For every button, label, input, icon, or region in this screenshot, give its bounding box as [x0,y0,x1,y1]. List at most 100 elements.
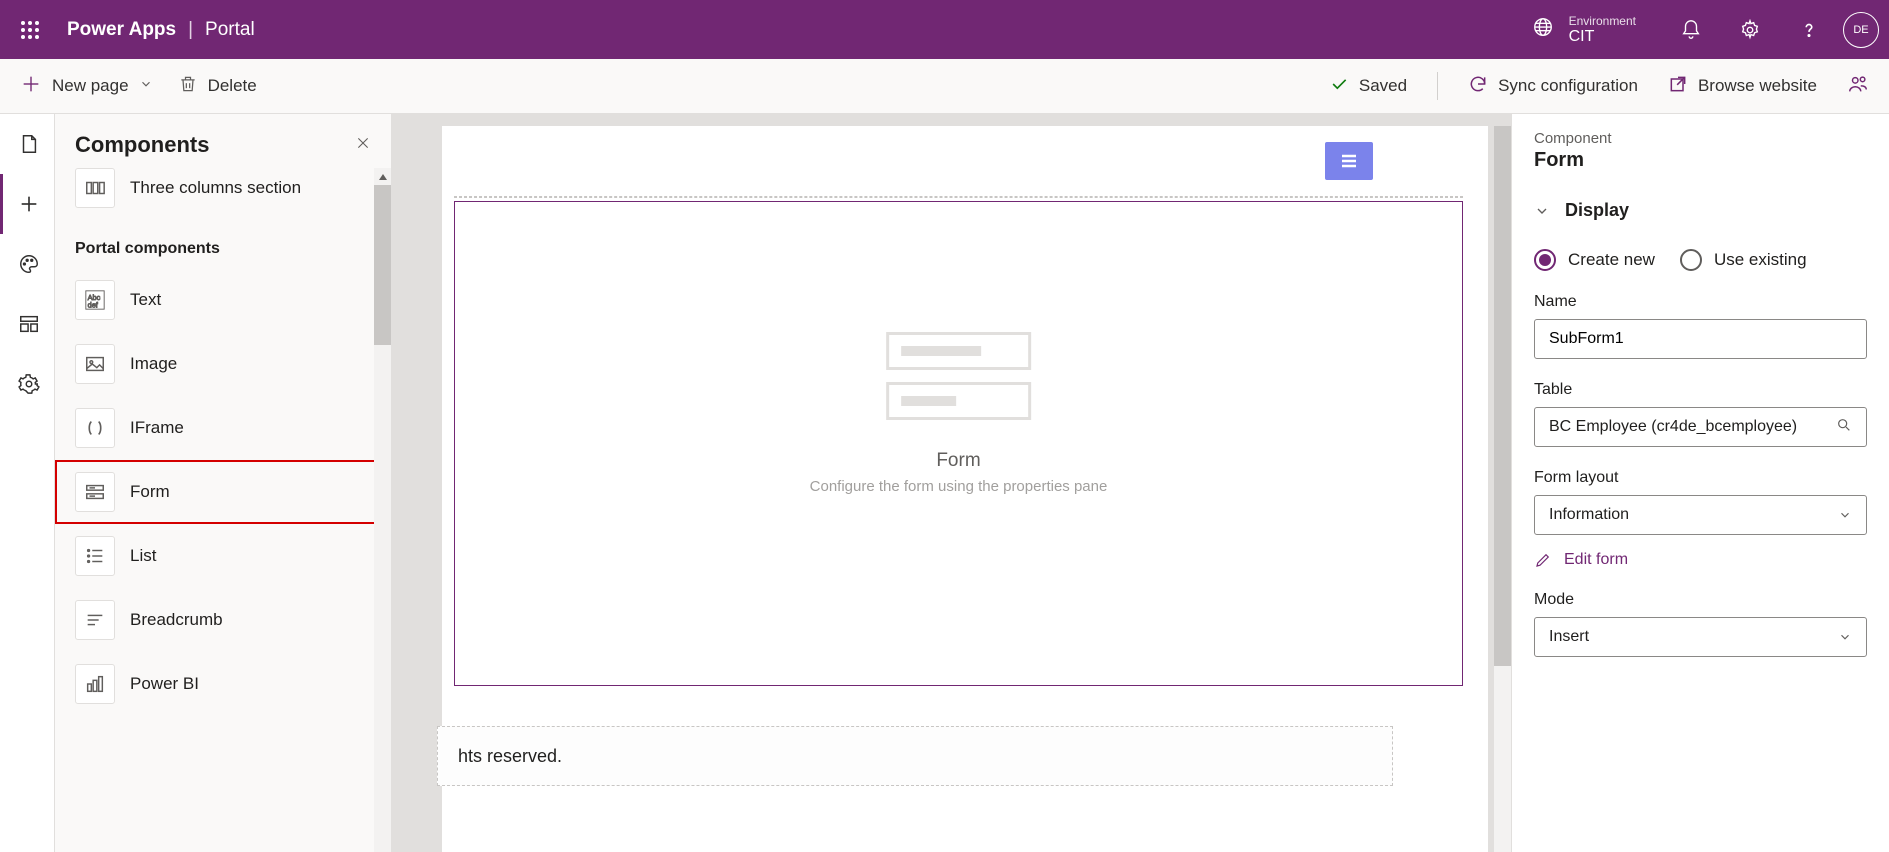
component-three-columns[interactable]: Three columns section [55,168,391,220]
component-label: Power BI [130,674,199,694]
close-icon [355,135,371,151]
radio-create-new[interactable]: Create new [1534,249,1655,271]
text-icon: Abcdef [75,280,115,320]
mode-dropdown[interactable]: Insert [1534,617,1867,657]
rail-settings[interactable] [0,354,55,414]
name-input[interactable] [1534,319,1867,359]
canvas-form-component[interactable]: Form Configure the form using the proper… [454,201,1463,686]
components-panel: Components Three columns section Portal … [55,114,392,852]
delete-button[interactable]: Delete [178,74,257,99]
template-icon [18,313,40,335]
delete-label: Delete [208,76,257,96]
app-launcher-button[interactable] [0,0,59,59]
canvas-section-divider [454,196,1463,198]
component-label: Breadcrumb [130,610,223,630]
palette-icon [18,253,40,275]
bell-icon [1680,19,1702,41]
component-type-title: Form [1534,149,1867,172]
scrollbar-thumb[interactable] [374,185,391,345]
save-status-label: Saved [1359,76,1407,96]
canvas-page: Form Configure the form using the proper… [442,126,1488,852]
scrollbar-thumb[interactable] [1494,126,1511,666]
canvas-scrollbar[interactable] [1494,126,1511,852]
form-icon [75,472,115,512]
environment-label: Environment [1569,14,1636,28]
panel-scrollbar[interactable] [374,168,391,852]
sync-config-button[interactable]: Sync configuration [1468,74,1638,99]
external-link-icon [1668,74,1688,99]
mode-value: Insert [1549,628,1589,646]
component-list[interactable]: List [55,524,391,588]
scroll-up-arrow-icon [374,168,391,185]
environment-picker[interactable]: Environment CIT [1507,0,1661,59]
page-icon [18,133,40,155]
component-image[interactable]: Image [55,332,391,396]
check-icon [1329,74,1349,99]
help-icon [1798,19,1820,41]
three-columns-icon [75,168,115,208]
form-placeholder-row [886,382,1031,420]
component-label: List [130,546,156,566]
share-button[interactable] [1847,73,1869,100]
close-panel-button[interactable] [355,135,371,156]
mobile-nav-toggle[interactable] [1325,142,1373,180]
component-text[interactable]: Abcdef Text [55,268,391,332]
table-lookup[interactable]: BC Employee (cr4de_bcemployee) [1534,407,1867,447]
component-label: Component [1534,130,1867,147]
component-label: Form [130,482,170,502]
component-powerbi[interactable]: Power BI [55,652,391,716]
form-placeholder-row [886,332,1031,370]
main-area: Components Three columns section Portal … [0,114,1889,852]
display-section-toggle[interactable]: Display [1534,200,1867,221]
component-iframe[interactable]: IFrame [55,396,391,460]
powerbi-icon [75,664,115,704]
new-page-button[interactable]: New page [20,73,153,100]
edit-form-link[interactable]: Edit form [1534,551,1867,569]
component-label: Three columns section [130,178,301,198]
name-field-label: Name [1534,293,1867,311]
environment-name: CIT [1569,28,1636,46]
settings-button[interactable] [1720,0,1779,59]
rail-themes[interactable] [0,234,55,294]
rail-templates[interactable] [0,294,55,354]
table-field-label: Table [1534,381,1867,399]
sync-icon [1468,74,1488,99]
properties-pane: Component Form Display Create new Use ex… [1511,114,1889,852]
rail-components[interactable] [0,174,55,234]
plus-icon [20,73,42,100]
name-input-text[interactable] [1549,330,1852,348]
radio-use-existing[interactable]: Use existing [1680,249,1807,271]
pencil-icon [1534,551,1552,569]
layout-field-label: Form layout [1534,469,1867,487]
iframe-icon [75,408,115,448]
browse-label: Browse website [1698,76,1817,96]
rail-pages[interactable] [0,114,55,174]
radio-indicator [1680,249,1702,271]
design-canvas: Form Configure the form using the proper… [392,114,1511,852]
list-icon [75,536,115,576]
radio-label: Create new [1568,250,1655,270]
form-source-radio-group: Create new Use existing [1534,249,1867,271]
component-label: IFrame [130,418,184,438]
help-button[interactable] [1779,0,1838,59]
component-group-title: Portal components [55,220,391,268]
component-form[interactable]: Form [55,460,391,524]
user-avatar[interactable]: DE [1843,12,1879,48]
component-breadcrumb[interactable]: Breadcrumb [55,588,391,652]
notifications-button[interactable] [1661,0,1720,59]
chevron-down-icon [1838,508,1852,522]
canvas-form-title: Form [810,450,1108,472]
canvas-form-subtitle: Configure the form using the properties … [810,478,1108,495]
section-title: Display [1565,200,1629,221]
brand-separator: | [188,19,193,41]
canvas-footer-section[interactable]: hts reserved. [437,726,1393,786]
radio-indicator [1534,249,1556,271]
left-nav-rail [0,114,55,852]
waffle-icon [20,20,40,40]
browse-website-button[interactable]: Browse website [1668,74,1817,99]
layout-dropdown[interactable]: Information [1534,495,1867,535]
chevron-down-icon [1534,203,1550,219]
gear-icon [18,373,40,395]
globe-icon [1532,16,1554,43]
product-name: Power Apps [67,19,176,41]
